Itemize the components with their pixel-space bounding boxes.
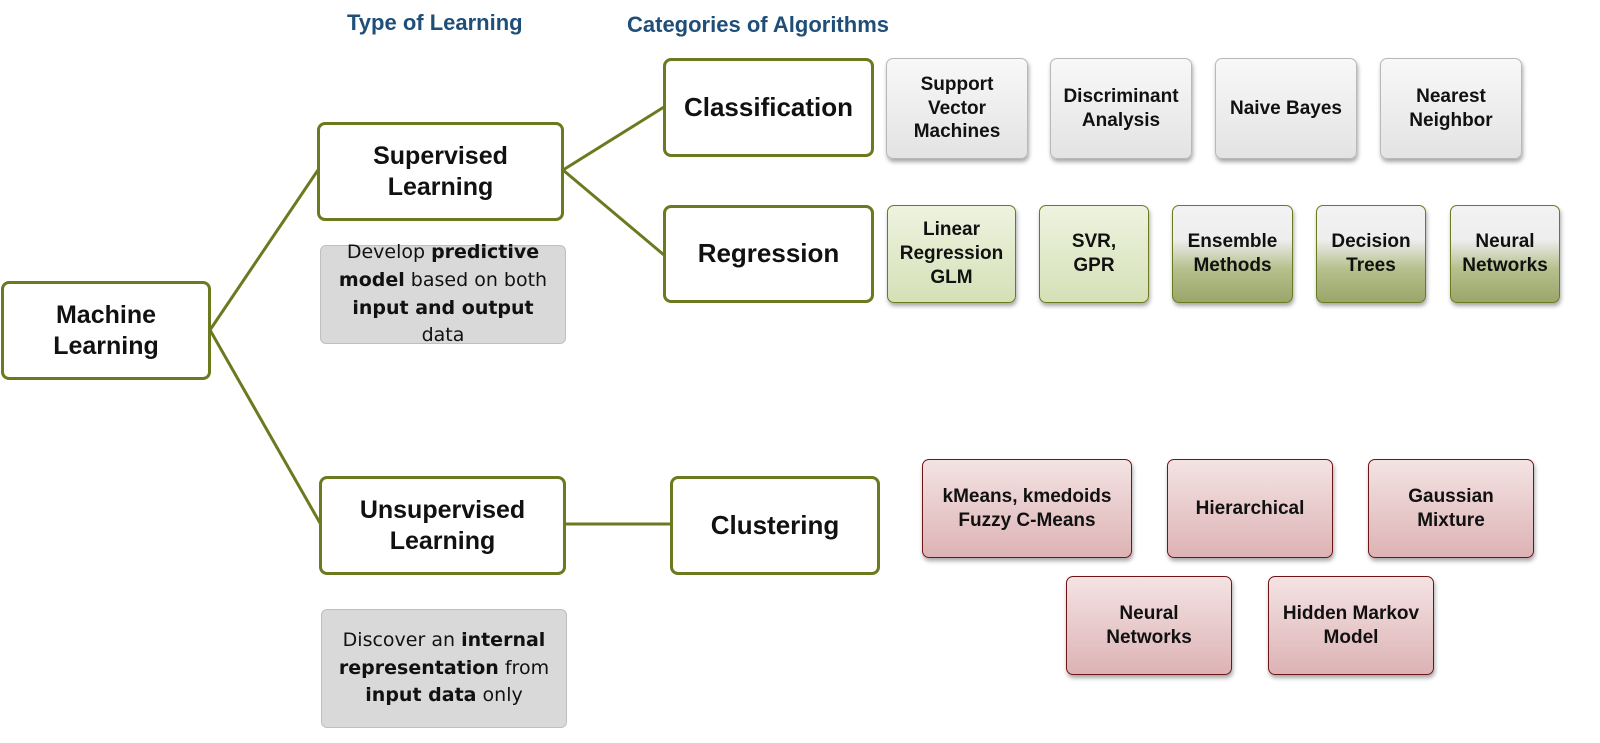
connector-supervised-classification (562, 105, 665, 172)
header-type-of-learning: Type of Learning (347, 10, 523, 35)
algo-neural-networks-regression[interactable]: Neural Networks (1450, 205, 1560, 303)
node-label-line: Unsupervised (359, 496, 526, 524)
algo-gaussian-mixture[interactable]: Gaussian Mixture (1368, 459, 1534, 558)
description-text: Develop (346, 241, 432, 264)
node-label-line: Machine (55, 301, 156, 329)
description-line: input and output data (329, 295, 557, 350)
description-line: Develop predictive (329, 239, 557, 267)
description-line: Discover an internal (339, 627, 549, 655)
algo-discriminant-analysis[interactable]: Discriminant Analysis (1050, 58, 1192, 159)
supervised-description: Develop predictive model based on both inp… (320, 241, 566, 346)
algo-svr-gpr[interactable]: SVR, GPR (1039, 205, 1149, 303)
header-categories-of-algorithms: Categories of Algorithms (627, 12, 889, 37)
description-bold-text: representation (338, 656, 499, 679)
algo-ensemble-methods[interactable]: Ensemble Methods (1172, 205, 1293, 303)
algo-naive-bayes[interactable]: Naive Bayes (1215, 58, 1357, 159)
node-unsupervised-learning[interactable]: Unsupervised Learning (319, 476, 566, 575)
description-bold-text: input and output (352, 296, 534, 319)
node-machine-learning[interactable]: Machine Learning (1, 281, 211, 380)
algo-neural-networks-clustering[interactable]: Neural Networks (1066, 576, 1232, 675)
description-text: only (476, 684, 523, 707)
node-label-line: Learning (53, 331, 159, 360)
algo-linear-regression-glm[interactable]: Linear Regression GLM (887, 205, 1016, 303)
description-bold-text: input data (365, 684, 477, 707)
node-clustering[interactable]: Clustering (670, 476, 880, 575)
node-label: Classification (683, 91, 854, 122)
description-text: from (498, 656, 550, 679)
description-text: data (421, 324, 465, 347)
description-line: input data only (339, 682, 549, 710)
description-text: Discover an (342, 629, 462, 652)
connector-root-unsupervised (208, 329, 322, 524)
node-label-line: Learning (387, 172, 494, 201)
description-text: based on both (404, 268, 548, 291)
description-bold-text: model (338, 268, 405, 291)
description-bold-text: predictive (431, 241, 540, 264)
algo-nearest-neighbor[interactable]: Nearest Neighbor (1380, 58, 1522, 159)
node-label-line: Supervised (373, 142, 508, 170)
algo-hidden-markov-model[interactable]: Hidden Markov Model (1268, 576, 1434, 675)
node-supervised-learning[interactable]: Supervised Learning (317, 122, 564, 221)
connector-root-supervised (208, 169, 320, 331)
description-line: model based on both (329, 267, 557, 295)
unsupervised-description: Discover an internal representation from i… (321, 609, 567, 728)
connector-supervised-regression (562, 168, 665, 257)
description-bold-text: internal (461, 629, 546, 652)
algo-decision-trees[interactable]: Decision Trees (1316, 205, 1426, 303)
description-line: representation from (339, 655, 549, 683)
node-label: Clustering (710, 509, 840, 540)
algo-support-vector-machines[interactable]: Support Vector Machines (886, 58, 1028, 159)
node-label: Regression (697, 238, 840, 269)
algo-hierarchical[interactable]: Hierarchical (1167, 459, 1333, 558)
node-regression[interactable]: Regression (663, 205, 874, 303)
algo-kmeans-kmedoids-fuzzy[interactable]: kMeans, kmedoids Fuzzy C-Means (922, 459, 1132, 558)
node-classification[interactable]: Classification (663, 58, 874, 157)
node-label-line: Learning (389, 526, 496, 555)
